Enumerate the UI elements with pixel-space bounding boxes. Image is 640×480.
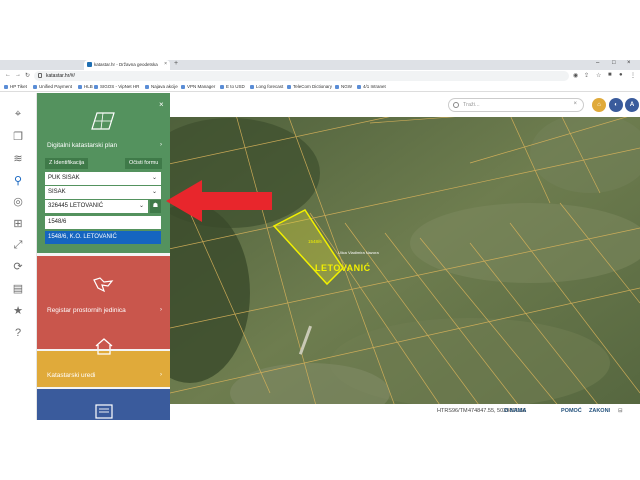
chevron-right-icon[interactable]: › bbox=[160, 307, 162, 313]
minimize-icon[interactable]: – bbox=[596, 60, 599, 66]
side-panel: Digitalni katastarski plan › Registar pr… bbox=[37, 93, 170, 420]
forward-icon[interactable]: → bbox=[15, 72, 21, 78]
bookmark-item[interactable]: 4/1 Intranet bbox=[357, 84, 386, 89]
town-label: LETOVANIĆ bbox=[315, 263, 371, 273]
profile-icon[interactable]: ● bbox=[619, 72, 623, 78]
office-value: SISAK bbox=[48, 189, 66, 195]
user-icon[interactable]: ◐ bbox=[609, 98, 623, 112]
cadastral-municipality-select[interactable]: 326445 LETOVANIĆ ⌄ bbox=[45, 200, 148, 213]
tab-title: katastar.hr - Državna geodetska bbox=[94, 62, 158, 67]
office-select[interactable]: SISAK ⌄ bbox=[45, 186, 161, 199]
bookmark-item[interactable]: E to USD bbox=[220, 84, 245, 89]
address-text: katastar.hr/#/ bbox=[46, 73, 75, 79]
bookmark-item[interactable]: HLB bbox=[78, 84, 93, 89]
card-title: Digitalni katastarski plan bbox=[47, 142, 118, 149]
bookmark-item[interactable]: VPN Manager bbox=[181, 84, 215, 89]
measure-icon[interactable]: ⊞ bbox=[11, 217, 25, 231]
coins-icon[interactable]: ◎ bbox=[11, 195, 25, 209]
print-icon[interactable]: ▤ bbox=[11, 282, 25, 296]
projection-label: HTRS96/TM bbox=[437, 408, 468, 414]
copy-icon[interactable]: ❐ bbox=[11, 130, 25, 144]
layers-icon[interactable]: ≋ bbox=[11, 152, 25, 166]
search-placeholder: Traži... bbox=[463, 102, 480, 108]
map-view[interactable]: 1548/6 Ulica Vladimira Nazora LETOVANIĆ bbox=[170, 93, 640, 420]
card-documents-body[interactable] bbox=[37, 389, 170, 420]
card-cadastral-offices[interactable]: Katastarski uredi › bbox=[37, 338, 170, 387]
window-close-icon[interactable]: × bbox=[627, 60, 631, 66]
document-icon bbox=[95, 404, 113, 419]
card-divider bbox=[37, 253, 170, 256]
chevron-down-icon: ⌄ bbox=[138, 203, 144, 209]
card-title: Registar prostornih jedinica bbox=[47, 307, 126, 314]
bookmark-item[interactable]: Najava akcije bbox=[145, 84, 178, 89]
share-icon[interactable]: ⇪ bbox=[584, 72, 589, 79]
chevron-up-icon[interactable]: › bbox=[160, 142, 162, 148]
card-title: Katastarski uredi bbox=[47, 372, 96, 379]
bottom-margin bbox=[0, 420, 640, 480]
share-network-icon[interactable]: ⟳ bbox=[11, 260, 25, 274]
address-input[interactable]: katastar.hr/#/ bbox=[34, 71, 569, 81]
tab-close-icon[interactable]: × bbox=[164, 61, 167, 67]
building-icon bbox=[95, 338, 113, 355]
panel-close-icon[interactable]: × bbox=[159, 100, 164, 109]
menu-icon[interactable]: ⋮ bbox=[630, 72, 636, 79]
chevron-down-icon: ⌄ bbox=[151, 175, 157, 181]
card-spatial-units-register[interactable]: Registar prostornih jedinica › bbox=[37, 256, 170, 349]
back-icon[interactable]: ← bbox=[5, 72, 11, 78]
parcel-number-input[interactable]: 1548/6 bbox=[45, 216, 161, 229]
parcel-label: 1548/6 bbox=[308, 239, 322, 244]
home-icon[interactable]: ⌂ bbox=[592, 98, 606, 112]
help-link[interactable]: POMOĆ bbox=[561, 408, 582, 414]
bookmark-star-icon[interactable]: ☆ bbox=[596, 72, 601, 79]
lock-icon bbox=[38, 73, 42, 78]
road-label: Ulica Vladimira Nazora bbox=[338, 250, 379, 255]
bookmark-item[interactable]: SIGOS - VipNet HR bbox=[94, 84, 139, 89]
bookmark-item[interactable]: TeleCom Dictionary bbox=[287, 84, 332, 89]
map-plan-icon bbox=[91, 112, 115, 130]
location-pin-icon[interactable]: ⌖ bbox=[11, 107, 25, 121]
identification-button[interactable]: Z Identifikacija bbox=[45, 158, 89, 169]
favorites-star-icon[interactable]: ★ bbox=[11, 304, 25, 318]
bookmark-item[interactable]: Unified Payment bbox=[33, 84, 72, 89]
clear-form-button[interactable]: Očisti formu bbox=[125, 158, 163, 169]
browser-tab[interactable]: katastar.hr - Državna geodetska × bbox=[84, 60, 170, 70]
icon-rail: ⌖ ❐ ≋ ⚲ ◎ ⊞ ⤢ ⟳ ▤ ★ ? bbox=[0, 93, 37, 420]
chevron-right-icon[interactable]: › bbox=[160, 372, 162, 378]
search-input[interactable]: Traži... × bbox=[448, 98, 584, 112]
about-link[interactable]: O NAMA bbox=[504, 408, 526, 414]
location-icon[interactable]: ◉ bbox=[573, 72, 578, 79]
new-tab-button[interactable]: + bbox=[174, 60, 178, 67]
cadastral-municipality-value: 326445 LETOVANIĆ bbox=[48, 203, 104, 209]
croatia-map-icon bbox=[93, 277, 114, 293]
reload-icon[interactable]: ↻ bbox=[25, 72, 30, 79]
parcel-number-value: 1548/6 bbox=[48, 219, 67, 225]
puk-select[interactable]: PUK SISAK ⌄ bbox=[45, 172, 161, 185]
bookmark-item[interactable]: Long forecast bbox=[250, 84, 283, 89]
language-icon[interactable]: A bbox=[625, 98, 639, 112]
locate-button[interactable]: ☗ bbox=[150, 200, 161, 213]
laws-link[interactable]: ZAKONI bbox=[589, 408, 610, 414]
expand-icon[interactable]: ⤢ bbox=[11, 238, 25, 252]
bookmark-item[interactable]: NGW bbox=[335, 84, 352, 89]
annotation-arrow bbox=[166, 180, 272, 222]
chevron-down-icon: ⌄ bbox=[151, 189, 157, 195]
help-icon[interactable]: ? bbox=[11, 326, 25, 340]
search-clear-icon[interactable]: × bbox=[573, 101, 577, 107]
extension-icon[interactable]: ■ bbox=[608, 72, 612, 78]
favicon-icon bbox=[87, 62, 92, 67]
search-icon[interactable]: ⚲ bbox=[11, 174, 25, 188]
puk-value: PUK SISAK bbox=[48, 175, 80, 181]
search-magnifier-icon bbox=[453, 102, 459, 108]
satellite-map bbox=[170, 93, 640, 420]
card-divider bbox=[37, 349, 170, 351]
top-margin bbox=[0, 0, 640, 60]
bookmark-item[interactable]: HP Tiket bbox=[4, 84, 27, 89]
maximize-icon[interactable]: □ bbox=[612, 60, 616, 66]
scale-icon: ⊟ bbox=[618, 408, 623, 414]
parcel-suggestion-item[interactable]: 1548/6, K.O. LETOVANIĆ bbox=[45, 231, 161, 244]
